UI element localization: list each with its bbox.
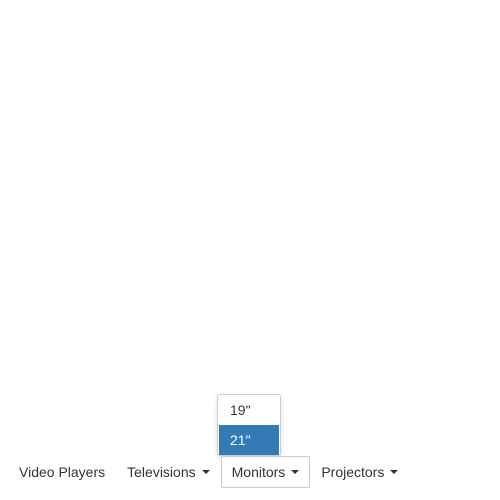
dropdown-option-21[interactable]: 21": [219, 425, 279, 455]
nav-item-projectors[interactable]: Projectors: [310, 456, 409, 488]
nav-item-video-players[interactable]: Video Players: [8, 456, 116, 488]
nav-item-televisions[interactable]: Televisions: [116, 456, 220, 488]
nav-item-label: Monitors: [231, 464, 286, 480]
monitors-dropdown-menu: 19" 21": [217, 394, 281, 456]
page: 19" 21" Video Players Televisions Monito…: [0, 0, 500, 500]
caret-down-icon: [201, 470, 210, 474]
caret-down-icon: [390, 470, 399, 474]
category-nav: Video Players Televisions Monitors Proje…: [8, 456, 409, 488]
nav-item-monitors[interactable]: Monitors: [220, 456, 311, 488]
caret-down-icon: [291, 470, 300, 474]
dropdown-option-19[interactable]: 19": [219, 395, 279, 425]
nav-item-label: Video Players: [19, 464, 106, 480]
nav-item-label: Televisions: [127, 464, 196, 480]
nav-item-label: Projectors: [321, 464, 385, 480]
